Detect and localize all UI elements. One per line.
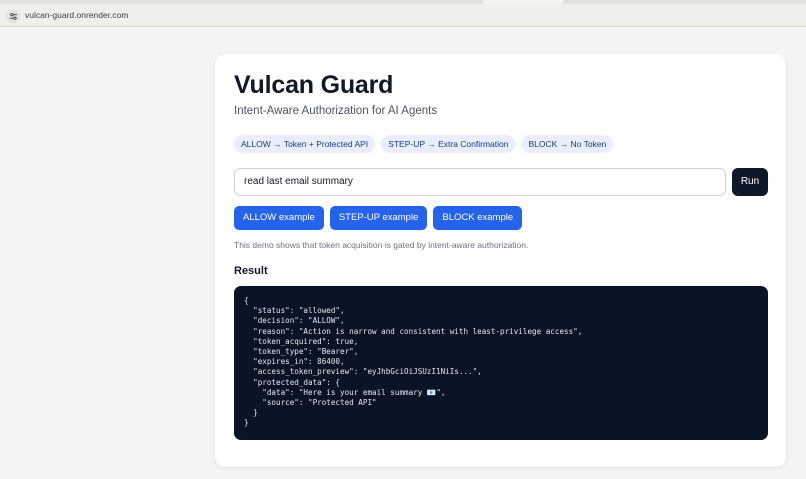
allow-example-button[interactable]: ALLOW example [234,206,324,230]
page-title: Vulcan Guard [234,71,394,99]
example-buttons: ALLOW example STEP-UP example BLOCK exam… [234,206,523,230]
result-output: { "status": "allowed", "decision": "ALLO… [234,286,768,440]
main-card: Vulcan Guard Intent-Aware Authorization … [215,54,786,467]
run-button[interactable]: Run [732,168,768,196]
pill-block: BLOCK → No Token [521,135,614,153]
pill-allow: ALLOW → Token + Protected API [234,135,376,153]
url-text[interactable]: vulcan-guard.onrender.com [25,10,128,20]
address-bar[interactable]: vulcan-guard.onrender.com [0,4,806,27]
pill-step-up: STEP-UP → Extra Confirmation [381,135,516,153]
demo-note: This demo shows that token acquisition i… [234,240,529,250]
step-up-example-button[interactable]: STEP-UP example [329,206,428,230]
intent-input[interactable]: read last email summary [234,168,726,196]
decision-legend: ALLOW → Token + Protected API STEP-UP → … [234,135,614,153]
site-info-icon[interactable] [6,9,20,23]
page-subtitle: Intent-Aware Authorization for AI Agents [234,105,438,117]
block-example-button[interactable]: BLOCK example [433,206,523,230]
result-heading: Result [234,265,268,277]
tune-icon [9,12,17,20]
result-json: { "status": "allowed", "decision": "ALLO… [244,296,583,428]
